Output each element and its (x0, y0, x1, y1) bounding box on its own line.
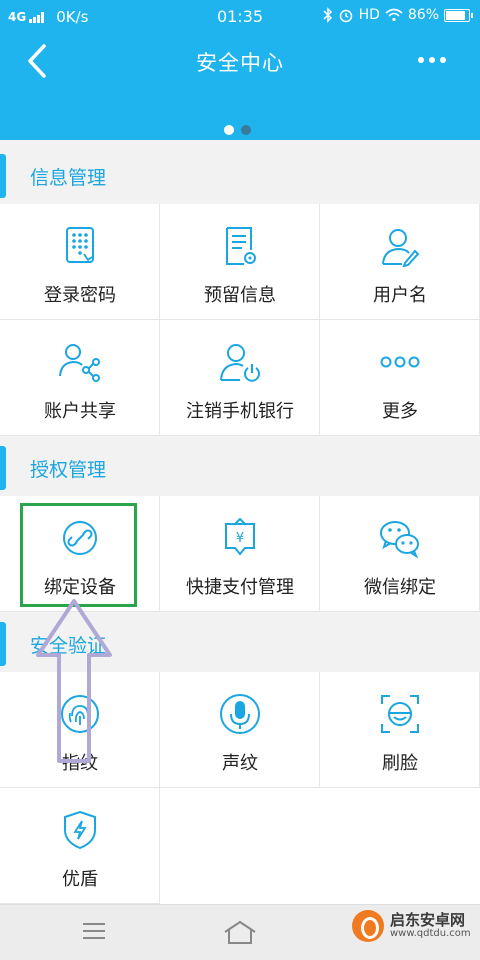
hd-badge: HD (358, 7, 380, 23)
page-title: 安全中心 (196, 51, 284, 75)
item-label: 注销手机银行 (186, 401, 294, 422)
menu-icon[interactable] (82, 921, 106, 941)
item-label: 微信绑定 (364, 577, 436, 598)
more-item[interactable]: 更多 (320, 320, 480, 436)
user-edit-icon (378, 224, 422, 268)
section-info-management: 信息管理 (0, 144, 480, 204)
more-dots-icon (378, 340, 422, 384)
face-scan-icon (378, 692, 422, 736)
section-label: 信息管理 (30, 167, 107, 189)
more-options-button[interactable] (418, 50, 450, 70)
item-label: 登录密码 (44, 285, 116, 306)
account-share-item[interactable]: 账户共享 (0, 320, 160, 436)
share-user-icon (58, 340, 102, 384)
item-label: 用户名 (373, 285, 427, 306)
wechat-bind-item[interactable]: 微信绑定 (320, 496, 480, 612)
battery-level: 86% (407, 7, 439, 23)
highlight-box (20, 503, 137, 607)
watermark-logo-icon (352, 910, 384, 942)
reserved-info-item[interactable]: 预留信息 (160, 204, 320, 320)
section-label: 授权管理 (30, 459, 107, 481)
watermark: 启东安卓网 www.qdtdu.com (352, 910, 471, 942)
item-label: 更多 (382, 401, 418, 422)
app-header: 4G 0K/s 01:35 HD 86% 安全中心 (0, 0, 480, 140)
document-icon (218, 224, 262, 268)
alarm-icon (339, 9, 352, 23)
shield-item[interactable]: 优盾 (0, 788, 160, 904)
item-label: 预留信息 (204, 285, 276, 306)
login-password-item[interactable]: 登录密码 (0, 204, 160, 320)
item-label: 刷脸 (382, 753, 418, 774)
section-authorization-management: 授权管理 (0, 436, 480, 496)
item-label: 快捷支付管理 (186, 577, 294, 598)
item-label: 声纹 (222, 753, 258, 774)
face-scan-item[interactable]: 刷脸 (320, 672, 480, 788)
svg-text:¥: ¥ (236, 531, 244, 546)
empty-cell (160, 788, 480, 904)
voiceprint-item[interactable]: 声纹 (160, 672, 320, 788)
wifi-icon (385, 8, 403, 22)
page-indicator (224, 125, 251, 135)
watermark-name: 启东安卓网 (390, 910, 466, 929)
user-power-icon (218, 340, 262, 384)
info-management-grid: 登录密码 预留信息 用户名 账户共享 注销手机银行 更多 (0, 204, 480, 436)
shield-icon (58, 808, 102, 852)
keypad-icon (58, 224, 102, 268)
wechat-icon (378, 516, 422, 560)
microphone-icon (218, 692, 262, 736)
status-bar: 4G 0K/s 01:35 HD 86% (0, 0, 480, 34)
bluetooth-icon (323, 7, 332, 23)
username-item[interactable]: 用户名 (320, 204, 480, 320)
home-icon[interactable] (222, 919, 258, 945)
watermark-url: www.qdtdu.com (390, 927, 471, 939)
cancel-mobile-bank-item[interactable]: 注销手机银行 (160, 320, 320, 436)
up-arrow-annotation (36, 599, 112, 763)
item-label: 优盾 (62, 869, 98, 890)
payment-bag-icon: ¥ (218, 516, 262, 560)
battery-icon (444, 8, 473, 22)
item-label: 账户共享 (44, 401, 116, 422)
quick-pay-item[interactable]: ¥ 快捷支付管理 (160, 496, 320, 612)
